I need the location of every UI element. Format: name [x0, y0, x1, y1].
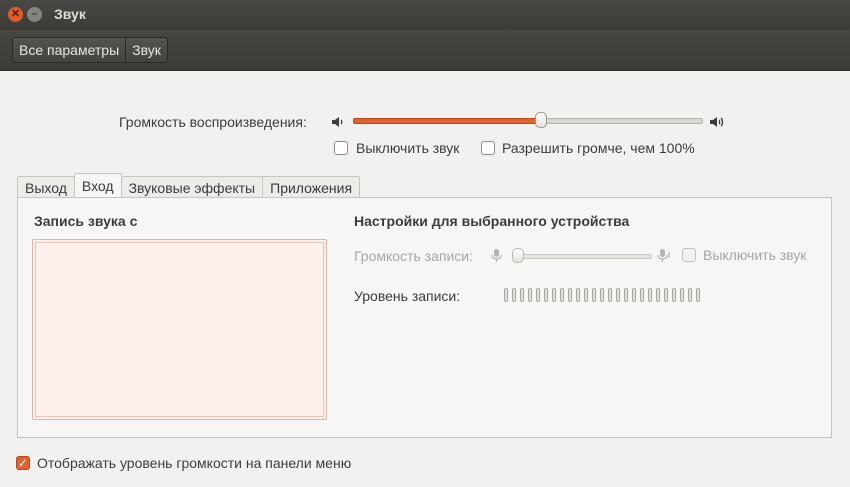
level-bar [544, 288, 548, 302]
record-volume-label: Громкость записи: [354, 248, 473, 264]
close-window-button[interactable]: ✕ [8, 7, 23, 22]
level-bar [536, 288, 540, 302]
level-bar [600, 288, 604, 302]
tab-applications[interactable]: Приложения [262, 176, 361, 199]
microphone-high-icon [657, 249, 670, 262]
input-device-list[interactable] [32, 239, 327, 420]
level-bar [576, 288, 580, 302]
mute-checkbox[interactable] [334, 141, 348, 155]
output-volume-knob[interactable] [534, 112, 547, 128]
window-title: Звук [54, 6, 86, 22]
record-mute-label: Выключить звук [703, 247, 807, 263]
level-bar [632, 288, 636, 302]
allow-louder-label: Разрешить громче, чем 100% [502, 140, 695, 156]
breadcrumb-sound[interactable]: Звук [125, 38, 167, 62]
level-bar [616, 288, 620, 302]
record-level-label: Уровень записи: [354, 288, 461, 304]
level-bar [512, 288, 516, 302]
level-bar [520, 288, 524, 302]
show-volume-label: Отображать уровень громкости на панели м… [37, 455, 352, 471]
record-from-heading: Запись звука с [34, 213, 138, 229]
breadcrumb: Все параметры Звук [12, 37, 168, 63]
level-bar [608, 288, 612, 302]
level-bar [648, 288, 652, 302]
speaker-high-icon [710, 117, 724, 127]
level-bar [552, 288, 556, 302]
record-volume-knob[interactable] [512, 248, 524, 263]
level-bar [592, 288, 596, 302]
level-bar [560, 288, 564, 302]
level-bar [624, 288, 628, 302]
tab-output[interactable]: Выход [17, 176, 75, 199]
record-mute-checkbox[interactable] [682, 248, 696, 262]
minimize-window-button[interactable]: – [27, 7, 42, 22]
output-volume-fill [353, 118, 543, 124]
level-bar [680, 288, 684, 302]
level-bar [568, 288, 572, 302]
mute-label: Выключить звук [356, 140, 460, 156]
record-volume-slider[interactable] [512, 254, 652, 259]
device-settings-heading: Настройки для выбранного устройства [354, 213, 630, 229]
title-bar: ✕ – Звук [0, 0, 850, 30]
level-bar [688, 288, 692, 302]
level-bar [528, 288, 532, 302]
record-level-meter [504, 288, 700, 302]
microphone-low-icon [491, 249, 502, 262]
tab-input[interactable]: Вход [73, 173, 122, 199]
breadcrumb-all-settings[interactable]: Все параметры [13, 38, 126, 62]
output-volume-label: Громкость воспроизведения: [119, 114, 307, 130]
tab-bar: Выход Вход Звуковые эффекты Приложения [17, 173, 361, 199]
level-bar [696, 288, 700, 302]
level-bar [504, 288, 508, 302]
toolbar: Все параметры Звук [0, 30, 850, 71]
allow-louder-checkbox[interactable] [481, 141, 495, 155]
level-bar [584, 288, 588, 302]
speaker-low-icon [332, 117, 343, 127]
tab-sound-effects[interactable]: Звуковые эффекты [120, 176, 264, 199]
level-bar [664, 288, 668, 302]
show-volume-checkbox[interactable]: ✓ [16, 456, 30, 470]
level-bar [656, 288, 660, 302]
level-bar [640, 288, 644, 302]
level-bar [672, 288, 676, 302]
